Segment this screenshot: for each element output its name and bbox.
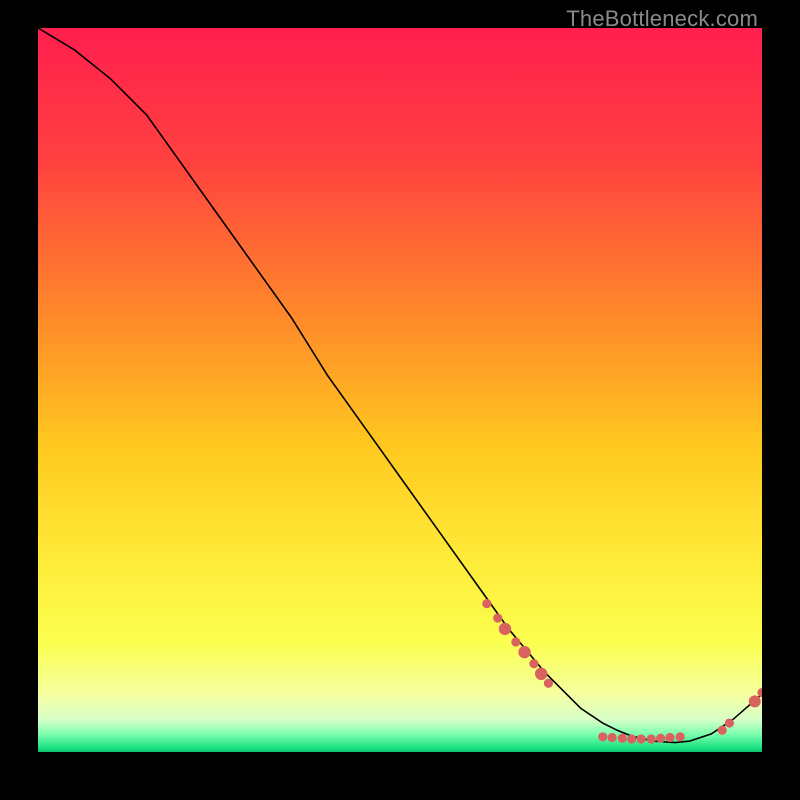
marker-dot	[499, 623, 511, 635]
marker-dot	[665, 733, 674, 742]
marker-dot	[529, 659, 538, 668]
marker-dot	[676, 732, 685, 741]
marker-dot	[627, 734, 636, 743]
marker-dot	[636, 734, 645, 743]
marker-dot	[647, 734, 656, 743]
marker-dot	[482, 599, 491, 608]
chart-overlay	[38, 28, 762, 752]
marker-dot	[757, 688, 762, 697]
chart-stage: TheBottleneck.com	[0, 0, 800, 800]
marker-dot	[511, 637, 520, 646]
scatter-markers	[482, 599, 762, 744]
marker-dot	[544, 679, 553, 688]
marker-dot	[493, 613, 502, 622]
marker-dot	[518, 646, 530, 658]
marker-dot	[598, 732, 607, 741]
line-series-curve	[38, 28, 762, 743]
marker-dot	[749, 695, 761, 707]
marker-dot	[608, 733, 617, 742]
marker-dot	[535, 668, 547, 680]
marker-dot	[656, 734, 665, 743]
marker-dot	[725, 718, 734, 727]
marker-dot	[718, 726, 727, 735]
marker-dot	[618, 734, 627, 743]
plot-area	[38, 28, 762, 752]
